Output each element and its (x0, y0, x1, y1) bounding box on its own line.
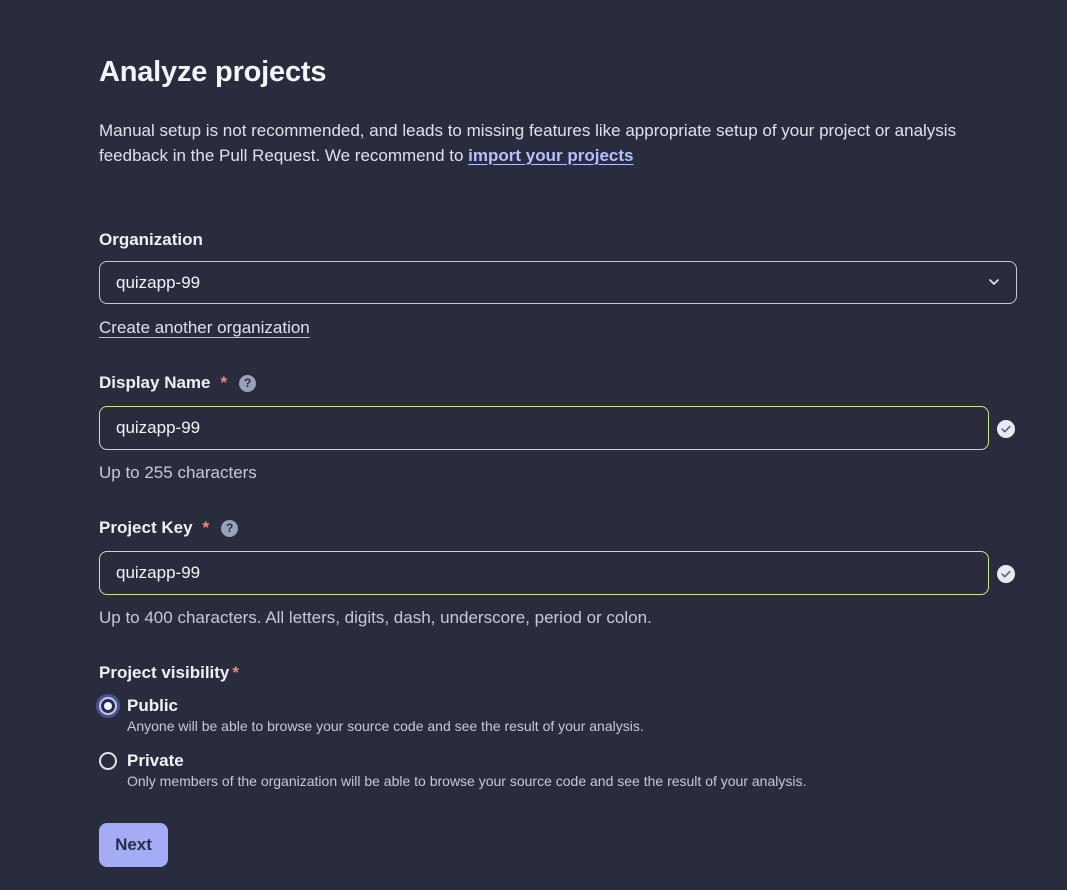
radio-public-description: Anyone will be able to browse your sourc… (127, 718, 644, 734)
radio-public[interactable] (99, 697, 117, 715)
visibility-label: Project visibility * (99, 663, 239, 683)
help-icon[interactable]: ? (221, 519, 239, 537)
radio-private-title: Private (127, 751, 184, 770)
visibility-option-private[interactable]: Private Only members of the organization… (99, 750, 806, 789)
visibility-option-public[interactable]: Public Anyone will be able to browse you… (99, 695, 644, 734)
radio-private[interactable] (99, 752, 117, 770)
visibility-label-text: Project visibility (99, 663, 230, 682)
page-title: Analyze projects (99, 56, 327, 88)
radio-private-text: Private Only members of the organization… (127, 750, 806, 789)
project-key-label-text: Project Key (99, 518, 193, 537)
organization-selected-value: quizapp-99 (116, 272, 201, 292)
project-key-hint: Up to 400 characters. All letters, digit… (99, 608, 652, 627)
radio-public-text: Public Anyone will be able to browse you… (127, 695, 644, 734)
required-mark: * (202, 518, 210, 537)
intro-text: Manual setup is not recommended, and lea… (99, 118, 999, 168)
check-circle-icon (997, 420, 1015, 438)
organization-label-text: Organization (99, 230, 203, 249)
help-icon[interactable]: ? (239, 374, 257, 392)
display-name-label: Display Name * ? (99, 373, 257, 393)
next-button[interactable]: Next (99, 823, 168, 867)
project-key-label: Project Key * ? (99, 518, 239, 538)
create-organization-link[interactable]: Create another organization (99, 318, 310, 338)
radio-private-description: Only members of the organization will be… (127, 773, 807, 789)
check-circle-icon (997, 565, 1015, 583)
organization-select[interactable]: quizapp-99 (99, 261, 1017, 304)
display-name-hint: Up to 255 characters (99, 463, 257, 482)
display-name-label-text: Display Name (99, 373, 211, 392)
import-projects-link[interactable]: import your projects (468, 146, 633, 165)
radio-public-title: Public (127, 696, 179, 715)
project-key-input[interactable] (99, 551, 989, 595)
required-mark: * (220, 373, 228, 392)
required-mark: * (232, 663, 240, 682)
chevron-down-icon (989, 279, 999, 285)
organization-label: Organization (99, 230, 203, 250)
display-name-input[interactable] (99, 406, 989, 450)
